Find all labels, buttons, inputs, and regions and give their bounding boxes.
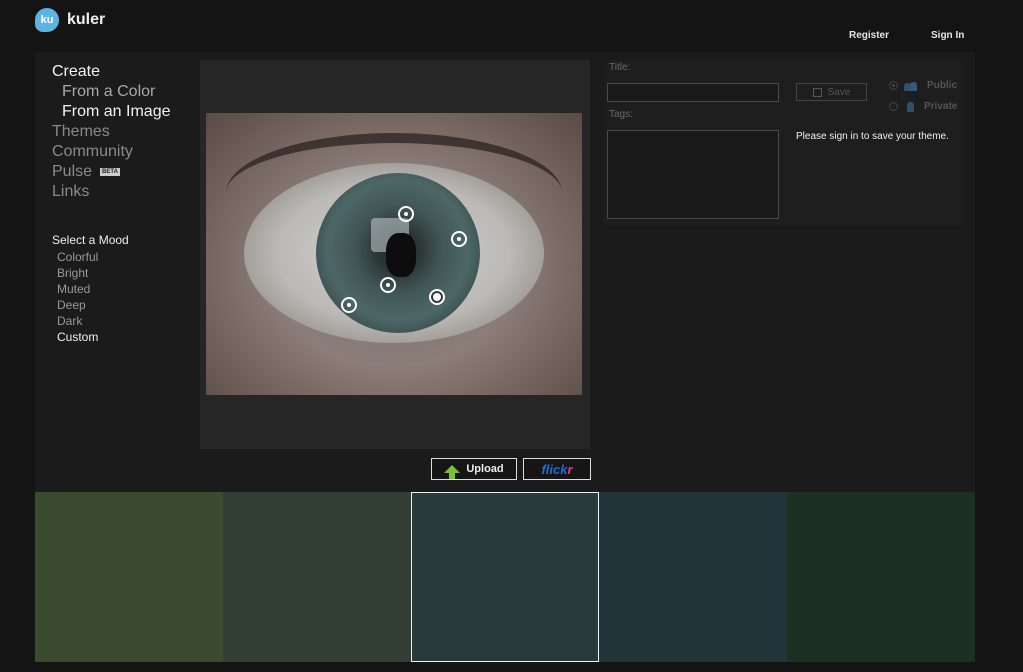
public-radio[interactable] xyxy=(889,81,898,90)
public-users-icon xyxy=(904,81,917,91)
title-input[interactable] xyxy=(607,83,779,102)
sign-in-message: Please sign in to save your theme. xyxy=(796,131,949,142)
private-option[interactable]: Private xyxy=(889,101,957,112)
upload-button[interactable]: Upload xyxy=(431,458,517,480)
mood-dark[interactable]: Dark xyxy=(52,313,129,329)
color-picker-handle[interactable] xyxy=(451,231,467,247)
nav-from-a-color[interactable]: From a Color xyxy=(52,82,170,102)
sign-in-link[interactable]: Sign In xyxy=(931,30,964,41)
kuler-logo[interactable]: ku kuler xyxy=(35,8,105,32)
tags-input[interactable] xyxy=(607,130,779,219)
eye-pupil xyxy=(386,233,416,277)
private-label: Private xyxy=(924,101,958,112)
color-picker-handle[interactable] xyxy=(341,297,357,313)
register-link[interactable]: Register xyxy=(849,30,889,41)
kuler-logo-text: kuler xyxy=(67,11,106,28)
color-swatch-1[interactable] xyxy=(35,492,223,662)
nav-create[interactable]: Create xyxy=(52,62,170,82)
main-panel: Create From a Color From an Image Themes… xyxy=(35,52,975,492)
tags-label: Tags: xyxy=(609,109,633,120)
nav-from-an-image[interactable]: From an Image xyxy=(52,102,170,122)
color-swatch-2[interactable] xyxy=(223,492,411,662)
color-picker-handle[interactable] xyxy=(380,277,396,293)
public-label: Public xyxy=(927,80,958,91)
private-user-icon xyxy=(907,101,914,112)
source-image[interactable] xyxy=(206,113,582,395)
mood-selector: Select a Mood Colorful Bright Muted Deep… xyxy=(52,233,129,345)
flickr-logo-blue: flick xyxy=(541,461,568,477)
color-swatch-3[interactable] xyxy=(411,492,599,662)
color-picker-handle-selected[interactable] xyxy=(429,289,445,305)
mood-bright[interactable]: Bright xyxy=(52,265,129,281)
image-panel xyxy=(200,60,590,449)
beta-badge: BETA xyxy=(100,167,120,176)
nav-themes[interactable]: Themes xyxy=(52,122,170,142)
flickr-button[interactable]: flickr xyxy=(523,458,591,480)
disk-icon xyxy=(812,87,822,97)
nav-pulse-label: Pulse xyxy=(52,163,93,180)
private-radio[interactable] xyxy=(889,102,898,111)
nav-links[interactable]: Links xyxy=(52,182,170,202)
mood-deep[interactable]: Deep xyxy=(52,297,129,313)
kuler-logo-badge: ku xyxy=(35,8,59,32)
flickr-logo: flickr xyxy=(541,462,572,477)
upload-label: Upload xyxy=(466,463,504,475)
mood-custom[interactable]: Custom xyxy=(52,329,129,345)
nav-pulse[interactable]: Pulse BETA xyxy=(52,162,170,182)
color-swatches xyxy=(35,492,975,662)
mood-muted[interactable]: Muted xyxy=(52,281,129,297)
save-button[interactable]: Save xyxy=(796,83,867,101)
save-form: Title: Tags: Save Public Private Please … xyxy=(604,60,964,225)
color-swatch-4[interactable] xyxy=(599,492,787,662)
title-label: Title: xyxy=(609,62,631,73)
public-option[interactable]: Public xyxy=(889,80,957,91)
color-swatch-5[interactable] xyxy=(787,492,975,662)
mood-title: Select a Mood xyxy=(52,233,129,247)
mood-colorful[interactable]: Colorful xyxy=(52,249,129,265)
nav-community[interactable]: Community xyxy=(52,142,170,162)
color-picker-handle[interactable] xyxy=(398,206,414,222)
save-label: Save xyxy=(827,86,851,98)
main-nav: Create From a Color From an Image Themes… xyxy=(52,62,170,202)
upload-arrow-icon xyxy=(444,465,461,479)
flickr-logo-pink: r xyxy=(567,461,573,477)
